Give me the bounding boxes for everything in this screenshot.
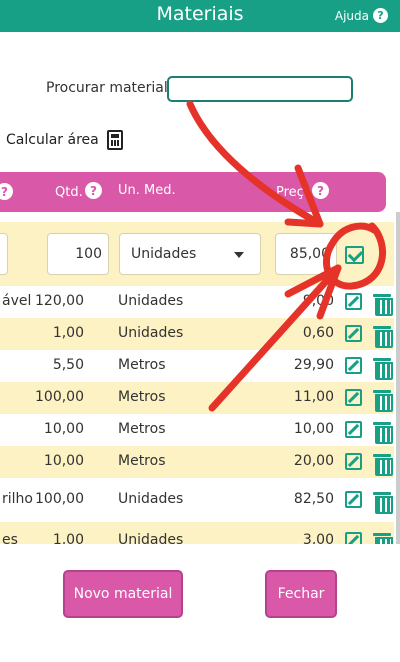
- qtd-help-icon[interactable]: ?: [85, 182, 102, 199]
- help-link[interactable]: Ajuda ?: [335, 8, 388, 23]
- material-help-icon[interactable]: ?: [0, 183, 13, 200]
- cell-unit: Unidades: [118, 491, 184, 507]
- cell-price: 29,90: [293, 357, 334, 373]
- cell-material: es: [2, 532, 18, 544]
- app-header: Materiais Ajuda ?: [0, 0, 400, 32]
- confirm-check-icon[interactable]: [345, 246, 364, 264]
- cell-unit: Metros: [118, 357, 166, 373]
- cell-unit: Unidades: [118, 325, 184, 341]
- trash-icon[interactable]: [373, 420, 393, 444]
- table-row: 5,50 Metros 29,90: [0, 350, 394, 382]
- cell-unit: Metros: [118, 421, 166, 437]
- trash-icon[interactable]: [373, 388, 393, 412]
- column-header-unit: Un. Med.: [118, 183, 176, 198]
- table-row: rilho 100,00 Unidades 82,50: [0, 478, 394, 522]
- table-row: 1,00 Unidades 0,60: [0, 318, 394, 350]
- cell-qtd: 100,00: [35, 491, 84, 507]
- calculator-icon: [106, 130, 123, 150]
- cell-qtd: 5,50: [52, 357, 84, 373]
- calculate-area-button[interactable]: Calcular área: [6, 130, 123, 150]
- new-material-button[interactable]: Novo material: [63, 570, 183, 618]
- trash-icon[interactable]: [373, 324, 393, 348]
- help-icon: ?: [373, 8, 388, 23]
- cell-qtd: 10,00: [43, 453, 84, 469]
- cell-price: 3,00: [302, 532, 334, 544]
- edit-row: 100 Unidades 85,00: [0, 222, 394, 286]
- table-row: 10,00 Metros 20,00: [0, 446, 394, 478]
- close-button[interactable]: Fechar: [265, 570, 337, 618]
- table-row: 10,00 Metros 10,00: [0, 414, 394, 446]
- price-field[interactable]: 85,00: [275, 233, 337, 275]
- edit-icon[interactable]: [345, 325, 362, 342]
- cell-material: rilho: [2, 491, 33, 507]
- cell-unit: Unidades: [118, 293, 184, 309]
- trash-icon[interactable]: [373, 292, 393, 316]
- cell-price: 20,00: [293, 453, 334, 469]
- table-row: 100,00 Metros 11,00: [0, 382, 394, 414]
- table-row: es 1,00 Unidades 3,00: [0, 522, 394, 544]
- trash-icon[interactable]: [373, 531, 393, 544]
- chevron-down-icon: [234, 252, 244, 258]
- edit-icon[interactable]: [345, 357, 362, 374]
- cell-price: 9,00: [302, 293, 334, 309]
- help-label: Ajuda: [334, 8, 369, 23]
- edit-icon[interactable]: [345, 389, 362, 406]
- edit-icon[interactable]: [345, 453, 362, 470]
- table-header: ? Qtd. ? Un. Med. Preço ?: [0, 172, 386, 212]
- cell-qtd: 10,00: [43, 421, 84, 437]
- cell-unit: Unidades: [118, 532, 184, 544]
- search-label: Procurar material:: [46, 80, 173, 96]
- cell-material: ável: [2, 293, 32, 309]
- column-header-qtd: Qtd.: [55, 185, 83, 200]
- cell-qtd: 120,00: [35, 293, 84, 309]
- cell-price: 10,00: [293, 421, 334, 437]
- column-header-price: Preço: [276, 185, 312, 200]
- unit-select[interactable]: Unidades: [119, 233, 261, 275]
- edit-icon[interactable]: [345, 421, 362, 438]
- cell-price: 11,00: [293, 389, 334, 405]
- quantity-field[interactable]: 100: [47, 233, 109, 275]
- unit-select-value: Unidades: [131, 246, 197, 262]
- trash-icon[interactable]: [373, 356, 393, 380]
- search-input[interactable]: [167, 76, 353, 102]
- trash-icon[interactable]: [373, 452, 393, 476]
- cell-price: 0,60: [302, 325, 334, 341]
- cell-qtd: 1,00: [52, 325, 84, 341]
- edit-icon[interactable]: [345, 293, 362, 310]
- edit-icon[interactable]: [345, 532, 362, 544]
- trash-icon[interactable]: [373, 490, 393, 514]
- cell-qtd: 1,00: [52, 532, 84, 544]
- table-row: ável 120,00 Unidades 9,00: [0, 286, 394, 318]
- materials-table-body: 100 Unidades 85,00 ável 120,00 Unidades …: [0, 222, 400, 544]
- material-name-field[interactable]: [0, 233, 8, 275]
- cell-unit: Metros: [118, 389, 166, 405]
- price-help-icon[interactable]: ?: [312, 182, 329, 199]
- cell-qtd: 100,00: [35, 389, 84, 405]
- edit-icon[interactable]: [345, 491, 362, 508]
- cell-unit: Metros: [118, 453, 166, 469]
- cell-price: 82,50: [293, 491, 334, 507]
- calculate-area-label: Calcular área: [6, 132, 99, 148]
